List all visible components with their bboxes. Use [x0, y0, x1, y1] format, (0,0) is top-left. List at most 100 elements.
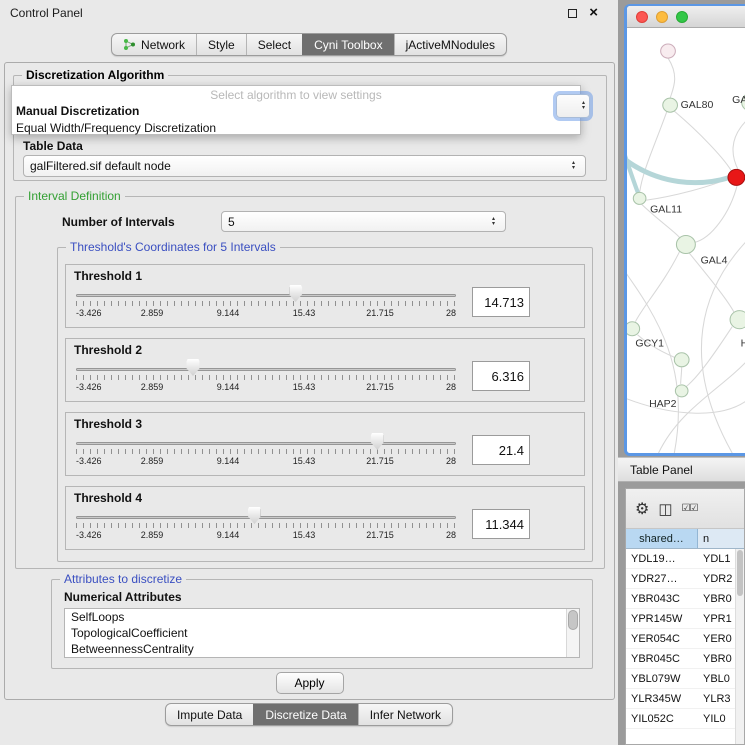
slider-tick-labels: -3.426 2.859 9.144 15.43 21.715 28: [76, 382, 456, 393]
threshold-3-group: Threshold 3 -3.426 2.859 9.144 15.43: [65, 412, 585, 476]
tick-label: 15.43: [293, 308, 316, 318]
tick-label: -3.426: [76, 308, 102, 318]
list-item[interactable]: BetweennessCentrality: [65, 641, 579, 657]
algorithm-combo[interactable]: ▴ ▾: [556, 94, 590, 118]
network-node[interactable]: [661, 44, 676, 58]
table-row[interactable]: YBR045CYBR0: [626, 649, 744, 669]
network-view-window: GAL80 GA GAL11 GAL4 GCY1 HAP2 H: [624, 4, 745, 456]
threshold-4-slider-thumb[interactable]: [248, 507, 261, 524]
table-toolbar: ⚙ ◫ ☑☑: [626, 489, 744, 529]
network-node[interactable]: [675, 385, 688, 397]
table-row[interactable]: YPR145WYPR1: [626, 609, 744, 629]
slider-tick-labels: -3.426 2.859 9.144 15.43 21.715 28: [76, 308, 456, 319]
spinner-down-icon: ▾: [492, 222, 495, 227]
slider-tick-labels: -3.426 2.859 9.144 15.43 21.715 28: [76, 456, 456, 467]
network-node[interactable]: [676, 235, 695, 253]
close-traffic-light-icon[interactable]: [636, 11, 648, 23]
table-data-value: galFiltered.sif default node: [30, 159, 572, 173]
tab-select[interactable]: Select: [246, 34, 302, 55]
tab-jactivemnodules[interactable]: jActiveMNodules: [394, 34, 506, 55]
cell: YPR145W: [626, 613, 698, 625]
select-columns-icon[interactable]: ☑☑: [682, 503, 698, 514]
table-row[interactable]: YER054CYER0: [626, 629, 744, 649]
tick-label: 2.859: [141, 456, 164, 466]
attributes-to-discretize-group: Attributes to discretize Numerical Attri…: [51, 579, 593, 669]
tab-style[interactable]: Style: [196, 34, 246, 55]
list-item[interactable]: SelfLoops: [65, 609, 579, 625]
tab-cyni-toolbox[interactable]: Cyni Toolbox: [302, 34, 393, 55]
spinner-icon: ▴ ▾: [492, 217, 499, 227]
scrollbar-thumb[interactable]: [737, 550, 743, 596]
spinner-icon: ▴ ▾: [582, 101, 589, 111]
cell: YIL052C: [626, 713, 698, 725]
tab-infer-network[interactable]: Infer Network: [358, 704, 452, 725]
cell: YBR043C: [626, 593, 698, 605]
number-of-intervals-label: Number of Intervals: [62, 215, 175, 229]
threshold-4-slider[interactable]: -3.426 2.859 9.144 15.43 21.715 28: [74, 507, 458, 549]
threshold-1-value-field[interactable]: 14.713: [472, 287, 530, 317]
list-item[interactable]: TopologicalCoefficient: [65, 625, 579, 641]
tick-label: 2.859: [141, 382, 164, 392]
tab-discretize-data[interactable]: Discretize Data: [253, 704, 357, 725]
threshold-1-label: Threshold 1: [74, 269, 142, 283]
table-data-combo[interactable]: galFiltered.sif default node ▴ ▾: [23, 155, 586, 177]
network-canvas[interactable]: GAL80 GA GAL11 GAL4 GCY1 HAP2 H: [627, 28, 745, 453]
threshold-3-value-field[interactable]: 21.4: [472, 435, 530, 465]
tab-network[interactable]: Network: [112, 34, 196, 55]
column-header-shared-name[interactable]: shared…: [626, 529, 698, 548]
tick-label: -3.426: [76, 530, 102, 540]
top-tab-group: Network Style Select Cyni Toolbox jActiv…: [111, 33, 507, 56]
cyni-toolbox-panel: Discretization Algorithm ▴ ▾ Select algo…: [4, 62, 615, 700]
threshold-4-value-field[interactable]: 11.344: [472, 509, 530, 539]
close-icon[interactable]: ×: [589, 8, 598, 18]
network-node[interactable]: [674, 353, 689, 367]
tab-impute-data[interactable]: Impute Data: [166, 704, 253, 725]
table-body: YDL19…YDL1 YDR27…YDR2 YBR043CYBR0 YPR145…: [626, 549, 744, 744]
tick-label: -3.426: [76, 456, 102, 466]
threshold-2-slider[interactable]: -3.426 2.859 9.144 15.43 21.715 28: [74, 359, 458, 401]
table-scrollbar[interactable]: [735, 549, 744, 744]
slider-track: [76, 442, 456, 445]
threshold-4-label: Threshold 4: [74, 491, 142, 505]
slider-tick-labels: -3.426 2.859 9.144 15.43 21.715 28: [76, 530, 456, 541]
node-label: GA: [732, 95, 745, 106]
table-row[interactable]: YBR043CYBR0: [626, 589, 744, 609]
zoom-traffic-light-icon[interactable]: [676, 11, 688, 23]
threshold-4-group: Threshold 4 -3.426 2.859 9.144 15.43: [65, 486, 585, 550]
float-icon[interactable]: [568, 9, 577, 18]
minimize-traffic-light-icon[interactable]: [656, 11, 668, 23]
network-node[interactable]: [627, 322, 640, 336]
network-node[interactable]: [633, 192, 646, 204]
table-row[interactable]: YIL052CYIL0: [626, 709, 744, 729]
threshold-2-value-field[interactable]: 6.316: [472, 361, 530, 391]
bottom-tab-group: Impute Data Discretize Data Infer Networ…: [165, 703, 453, 726]
cell: YDL19…: [626, 553, 698, 565]
numerical-attributes-list[interactable]: SelfLoops TopologicalCoefficient Between…: [64, 608, 580, 658]
selected-node[interactable]: [728, 169, 745, 185]
threshold-1-slider[interactable]: -3.426 2.859 9.144 15.43 21.715 28: [74, 285, 458, 327]
table-row[interactable]: YDR27…YDR2: [626, 569, 744, 589]
list-scrollbar[interactable]: [566, 609, 579, 657]
network-node[interactable]: [730, 311, 745, 329]
tick-label: 15.43: [293, 382, 316, 392]
column-header-name[interactable]: n: [698, 529, 744, 548]
threshold-1-slider-thumb[interactable]: [289, 285, 302, 302]
algorithm-option-equal-width[interactable]: Equal Width/Frequency Discretization: [12, 120, 580, 137]
table-row[interactable]: YDL19…YDL1: [626, 549, 744, 569]
algorithm-option-manual[interactable]: Manual Discretization: [12, 103, 580, 120]
threshold-3-slider-thumb[interactable]: [371, 433, 384, 450]
tab-label: Discretize Data: [265, 708, 346, 722]
top-tab-bar: Network Style Select Cyni Toolbox jActiv…: [0, 33, 618, 56]
number-of-intervals-combo[interactable]: 5 ▴ ▾: [221, 211, 506, 232]
table-row[interactable]: YLR345WYLR3: [626, 689, 744, 709]
numerical-attributes-label: Numerical Attributes: [64, 590, 182, 604]
threshold-2-slider-thumb[interactable]: [187, 359, 200, 376]
gear-icon[interactable]: ⚙: [635, 499, 649, 519]
columns-icon[interactable]: ◫: [658, 500, 672, 518]
scrollbar-thumb[interactable]: [568, 610, 578, 630]
network-node[interactable]: [663, 98, 678, 112]
threshold-3-slider[interactable]: -3.426 2.859 9.144 15.43 21.715 28: [74, 433, 458, 475]
apply-button[interactable]: Apply: [276, 672, 344, 694]
table-row[interactable]: YBL079WYBL0: [626, 669, 744, 689]
threshold-2-label: Threshold 2: [74, 343, 142, 357]
